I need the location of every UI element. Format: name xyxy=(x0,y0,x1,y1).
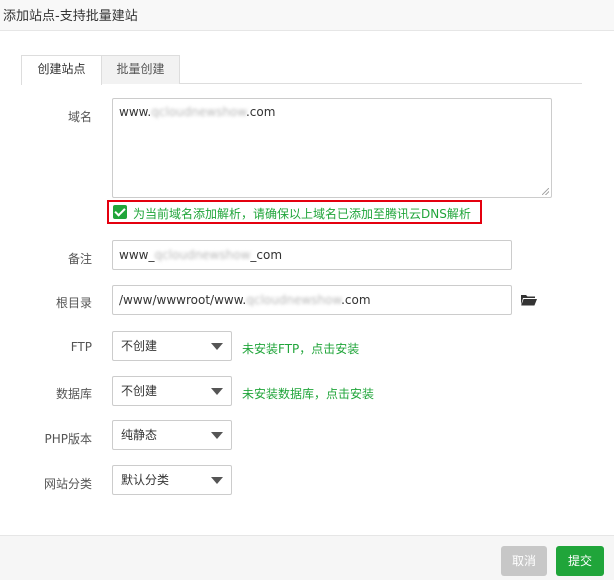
ftp-install-link[interactable]: 未安装FTP，点击安装 xyxy=(242,340,359,357)
domain-textarea[interactable]: www.qcloudnewshow.com xyxy=(112,98,552,198)
remark-value-prefix: www_ xyxy=(119,248,155,262)
root-dir-value-redacted: qcloudnewshow xyxy=(246,293,342,307)
root-dir-label: 根目录 xyxy=(55,296,92,310)
resize-grip-icon[interactable] xyxy=(542,188,549,195)
ftp-select[interactable]: 不创建 xyxy=(112,331,232,361)
caret-down-icon xyxy=(211,432,223,439)
domain-label: 域名 xyxy=(67,110,92,124)
tab-bar: 创建站点 批量创建 xyxy=(21,55,582,85)
tab-create-site[interactable]: 创建站点 xyxy=(21,55,102,85)
database-select[interactable]: 不创建 xyxy=(112,376,232,406)
database-label: 数据库 xyxy=(55,387,92,401)
dialog-title: 添加站点-支持批量建站 xyxy=(3,9,138,24)
site-category-label: 网站分类 xyxy=(43,477,92,491)
site-category-selected-value: 默认分类 xyxy=(121,473,170,487)
ftp-selected-value: 不创建 xyxy=(121,339,158,353)
folder-open-icon[interactable] xyxy=(521,294,537,306)
dns-resolution-label: 为当前域名添加解析，请确保以上域名已添加至腾讯云DNS解析 xyxy=(133,207,471,221)
root-dir-value-suffix: .com xyxy=(341,293,371,307)
cancel-button[interactable]: 取消 xyxy=(501,546,547,576)
dialog-titlebar: 添加站点-支持批量建站 xyxy=(0,0,614,31)
ftp-label: FTP xyxy=(70,340,92,354)
checkbox-checked-icon[interactable] xyxy=(113,205,127,219)
php-version-select[interactable]: 纯静态 xyxy=(112,420,232,450)
domain-value-prefix: www. xyxy=(119,105,152,119)
php-version-selected-value: 纯静态 xyxy=(121,428,158,442)
database-selected-value: 不创建 xyxy=(121,384,158,398)
remark-value-suffix: _com xyxy=(250,248,283,262)
caret-down-icon xyxy=(211,477,223,484)
site-category-select[interactable]: 默认分类 xyxy=(112,465,232,495)
root-dir-value-prefix: /www/wwwroot/www. xyxy=(119,293,247,307)
root-dir-input[interactable]: /www/wwwroot/www.qcloudnewshow.com xyxy=(112,285,512,315)
database-install-link[interactable]: 未安装数据库，点击安装 xyxy=(242,385,374,402)
domain-value-redacted: qcloudnewshow xyxy=(151,105,246,119)
php-version-label: PHP版本 xyxy=(44,432,93,446)
remark-input[interactable]: www_qcloudnewshow_com xyxy=(112,240,512,270)
remark-label: 备注 xyxy=(67,252,92,266)
caret-down-icon xyxy=(211,388,223,395)
domain-value-suffix: .com xyxy=(245,105,276,119)
caret-down-icon xyxy=(211,343,223,350)
submit-button[interactable]: 提交 xyxy=(556,546,604,576)
dns-resolution-option[interactable]: 为当前域名添加解析，请确保以上域名已添加至腾讯云DNS解析 xyxy=(107,200,482,224)
remark-value-redacted: qcloudnewshow xyxy=(154,248,251,262)
tab-batch-create[interactable]: 批量创建 xyxy=(102,55,180,84)
